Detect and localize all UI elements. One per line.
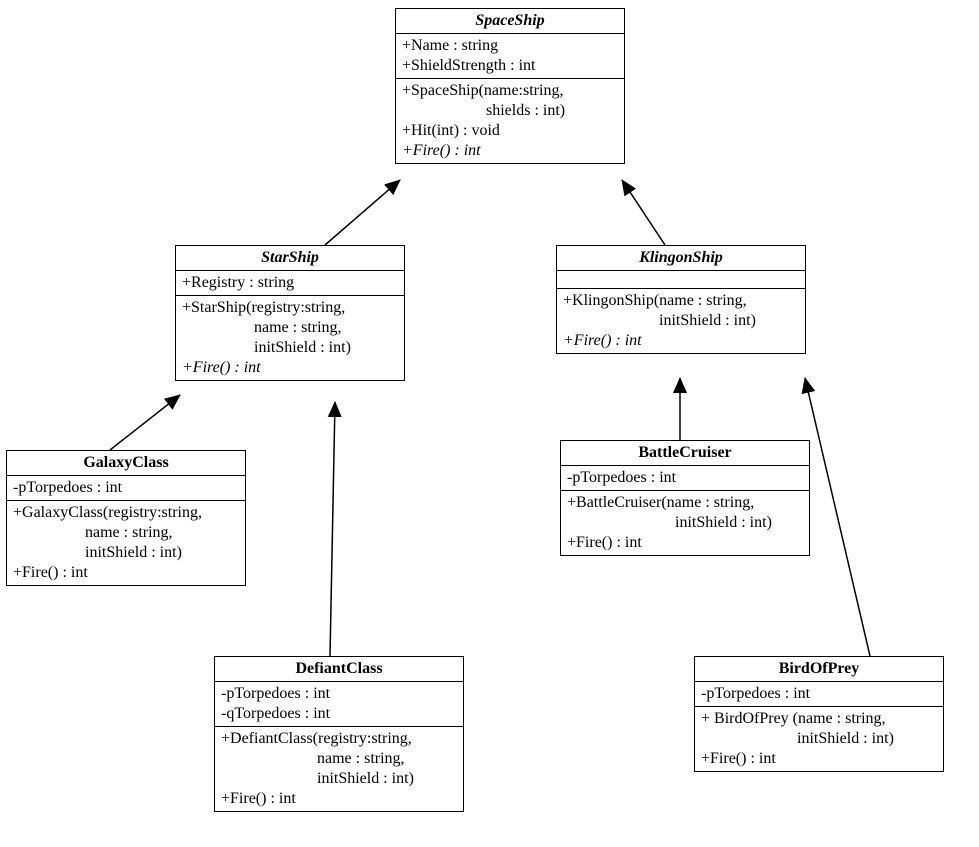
method: +Hit(int) : void [402, 121, 618, 141]
class-klingonship: KlingonShip +KlingonShip(name : string, … [556, 245, 806, 354]
edge-klingonship-spaceship [622, 180, 665, 245]
class-name: SpaceShip [396, 9, 624, 33]
edge-galaxyclass-starship [110, 395, 180, 450]
method: +GalaxyClass(registry:string, [13, 503, 239, 523]
attribute: -qTorpedoes : int [221, 704, 457, 724]
class-battlecruiser: BattleCruiser -pTorpedoes : int +BattleC… [560, 440, 810, 556]
method: name : string, [182, 318, 398, 338]
edge-starship-spaceship [325, 180, 400, 245]
class-methods: +DefiantClass(registry:string, name : st… [215, 726, 463, 811]
method: +Fire() : int [567, 533, 803, 553]
abstract-method: +Fire() : int [563, 331, 799, 351]
class-spaceship: SpaceShip +Name : string +ShieldStrength… [395, 8, 625, 164]
method: shields : int) [402, 101, 618, 121]
method: +DefiantClass(registry:string, [221, 729, 457, 749]
attribute: +Registry : string [182, 273, 398, 293]
class-name: StarShip [176, 246, 404, 270]
method: +SpaceShip(name:string, [402, 81, 618, 101]
method: initShield : int) [182, 338, 398, 358]
method: initShield : int) [563, 311, 799, 331]
class-attributes: -pTorpedoes : int -qTorpedoes : int [215, 681, 463, 726]
method: name : string, [221, 749, 457, 769]
attribute: -pTorpedoes : int [567, 468, 803, 488]
class-methods: +KlingonShip(name : string, initShield :… [557, 288, 805, 353]
attribute: -pTorpedoes : int [221, 684, 457, 704]
edge-birdofprey-klingonship [805, 378, 870, 656]
method: +Fire() : int [13, 563, 239, 583]
class-methods: +StarShip(registry:string, name : string… [176, 295, 404, 380]
class-name: BattleCruiser [561, 441, 809, 465]
class-attributes: -pTorpedoes : int [7, 475, 245, 500]
class-name: DefiantClass [215, 657, 463, 681]
class-attributes [557, 270, 805, 288]
edge-defiantclass-starship [330, 402, 335, 656]
uml-diagram: SpaceShip +Name : string +ShieldStrength… [0, 0, 979, 847]
method: +KlingonShip(name : string, [563, 291, 799, 311]
method: initShield : int) [221, 769, 457, 789]
method: +BattleCruiser(name : string, [567, 493, 803, 513]
class-attributes: +Name : string +ShieldStrength : int [396, 33, 624, 78]
attribute: +Name : string [402, 36, 618, 56]
class-name: BirdOfPrey [695, 657, 943, 681]
method: + BirdOfPrey (name : string, [701, 709, 937, 729]
method: +StarShip(registry:string, [182, 298, 398, 318]
method: initShield : int) [13, 543, 239, 563]
class-starship: StarShip +Registry : string +StarShip(re… [175, 245, 405, 381]
class-defiantclass: DefiantClass -pTorpedoes : int -qTorpedo… [214, 656, 464, 812]
method: name : string, [13, 523, 239, 543]
class-attributes: +Registry : string [176, 270, 404, 295]
abstract-method: +Fire() : int [182, 358, 398, 378]
class-attributes: -pTorpedoes : int [695, 681, 943, 706]
abstract-method: +Fire() : int [402, 141, 618, 161]
class-birdofprey: BirdOfPrey -pTorpedoes : int + BirdOfPre… [694, 656, 944, 772]
method: +Fire() : int [221, 789, 457, 809]
class-methods: +BattleCruiser(name : string, initShield… [561, 490, 809, 555]
class-name: GalaxyClass [7, 451, 245, 475]
class-methods: +GalaxyClass(registry:string, name : str… [7, 500, 245, 585]
class-methods: +SpaceShip(name:string, shields : int) +… [396, 78, 624, 163]
attribute: +ShieldStrength : int [402, 56, 618, 76]
class-galaxyclass: GalaxyClass -pTorpedoes : int +GalaxyCla… [6, 450, 246, 586]
class-attributes: -pTorpedoes : int [561, 465, 809, 490]
class-name: KlingonShip [557, 246, 805, 270]
method: initShield : int) [567, 513, 803, 533]
method: +Fire() : int [701, 749, 937, 769]
class-methods: + BirdOfPrey (name : string, initShield … [695, 706, 943, 771]
attribute: -pTorpedoes : int [701, 684, 937, 704]
attribute: -pTorpedoes : int [13, 478, 239, 498]
method: initShield : int) [701, 729, 937, 749]
